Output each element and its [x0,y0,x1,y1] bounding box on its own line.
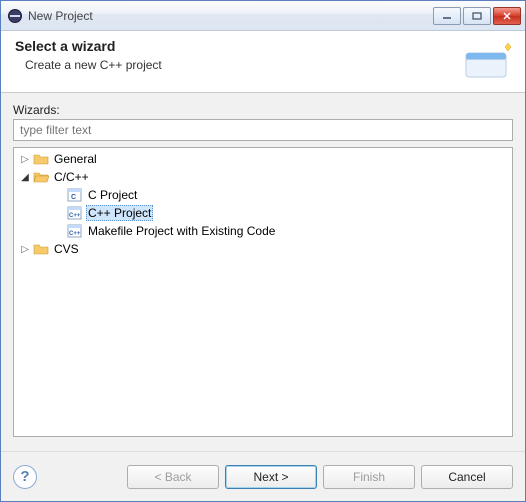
tree-item-c-cpp[interactable]: ◢ C/C++ [14,168,512,186]
wizard-header: Select a wizard Create a new C++ project [1,31,525,93]
tree-item-label: C Project [86,188,139,202]
window-title: New Project [28,9,433,23]
tree-item-label: C/C++ [52,170,91,184]
back-button[interactable]: < Back [127,465,219,489]
tree-item-label: C++ Project [86,205,153,221]
help-button[interactable]: ? [13,465,37,489]
finish-button[interactable]: Finish [323,465,415,489]
file-cpp-icon: C++ [67,205,83,221]
tree-item-label: General [52,152,99,166]
filter-input[interactable] [13,119,513,141]
page-title: Select a wizard [15,38,459,54]
wizard-tree[interactable]: ▷ General ◢ C/C++ C C Project C++ C++ Pr… [13,147,513,437]
window-controls [433,7,521,25]
tree-item-label: Makefile Project with Existing Code [86,224,277,238]
tree-item-label: CVS [52,242,81,256]
chevron-down-icon[interactable]: ◢ [18,170,32,184]
tree-item-cvs[interactable]: ▷ CVS [14,240,512,258]
tree-item-makefile-project[interactable]: C++ Makefile Project with Existing Code [14,222,512,240]
maximize-button[interactable] [463,7,491,25]
next-button[interactable]: Next > [225,465,317,489]
svg-text:C: C [71,194,76,201]
app-icon [7,8,23,24]
titlebar: New Project [1,1,525,31]
svg-text:C++: C++ [69,213,81,219]
folder-icon [33,241,49,257]
tree-item-c-project[interactable]: C C Project [14,186,512,204]
minimize-button[interactable] [433,7,461,25]
chevron-right-icon[interactable]: ▷ [18,152,32,166]
folder-open-icon [33,169,49,185]
cancel-button[interactable]: Cancel [421,465,513,489]
chevron-right-icon[interactable]: ▷ [18,242,32,256]
svg-text:C++: C++ [69,231,81,237]
tree-item-general[interactable]: ▷ General [14,150,512,168]
file-makefile-icon: C++ [67,223,83,239]
wizard-footer: ? < Back Next > Finish Cancel [1,451,525,501]
file-c-icon: C [67,187,83,203]
wizard-banner-icon [459,38,515,86]
folder-icon [33,151,49,167]
page-subtitle: Create a new C++ project [25,58,459,72]
close-button[interactable] [493,7,521,25]
wizard-body: Wizards: ▷ General ◢ C/C++ C C Project C… [1,93,525,451]
tree-item-cpp-project[interactable]: C++ C++ Project [14,204,512,222]
wizards-label: Wizards: [13,103,513,117]
